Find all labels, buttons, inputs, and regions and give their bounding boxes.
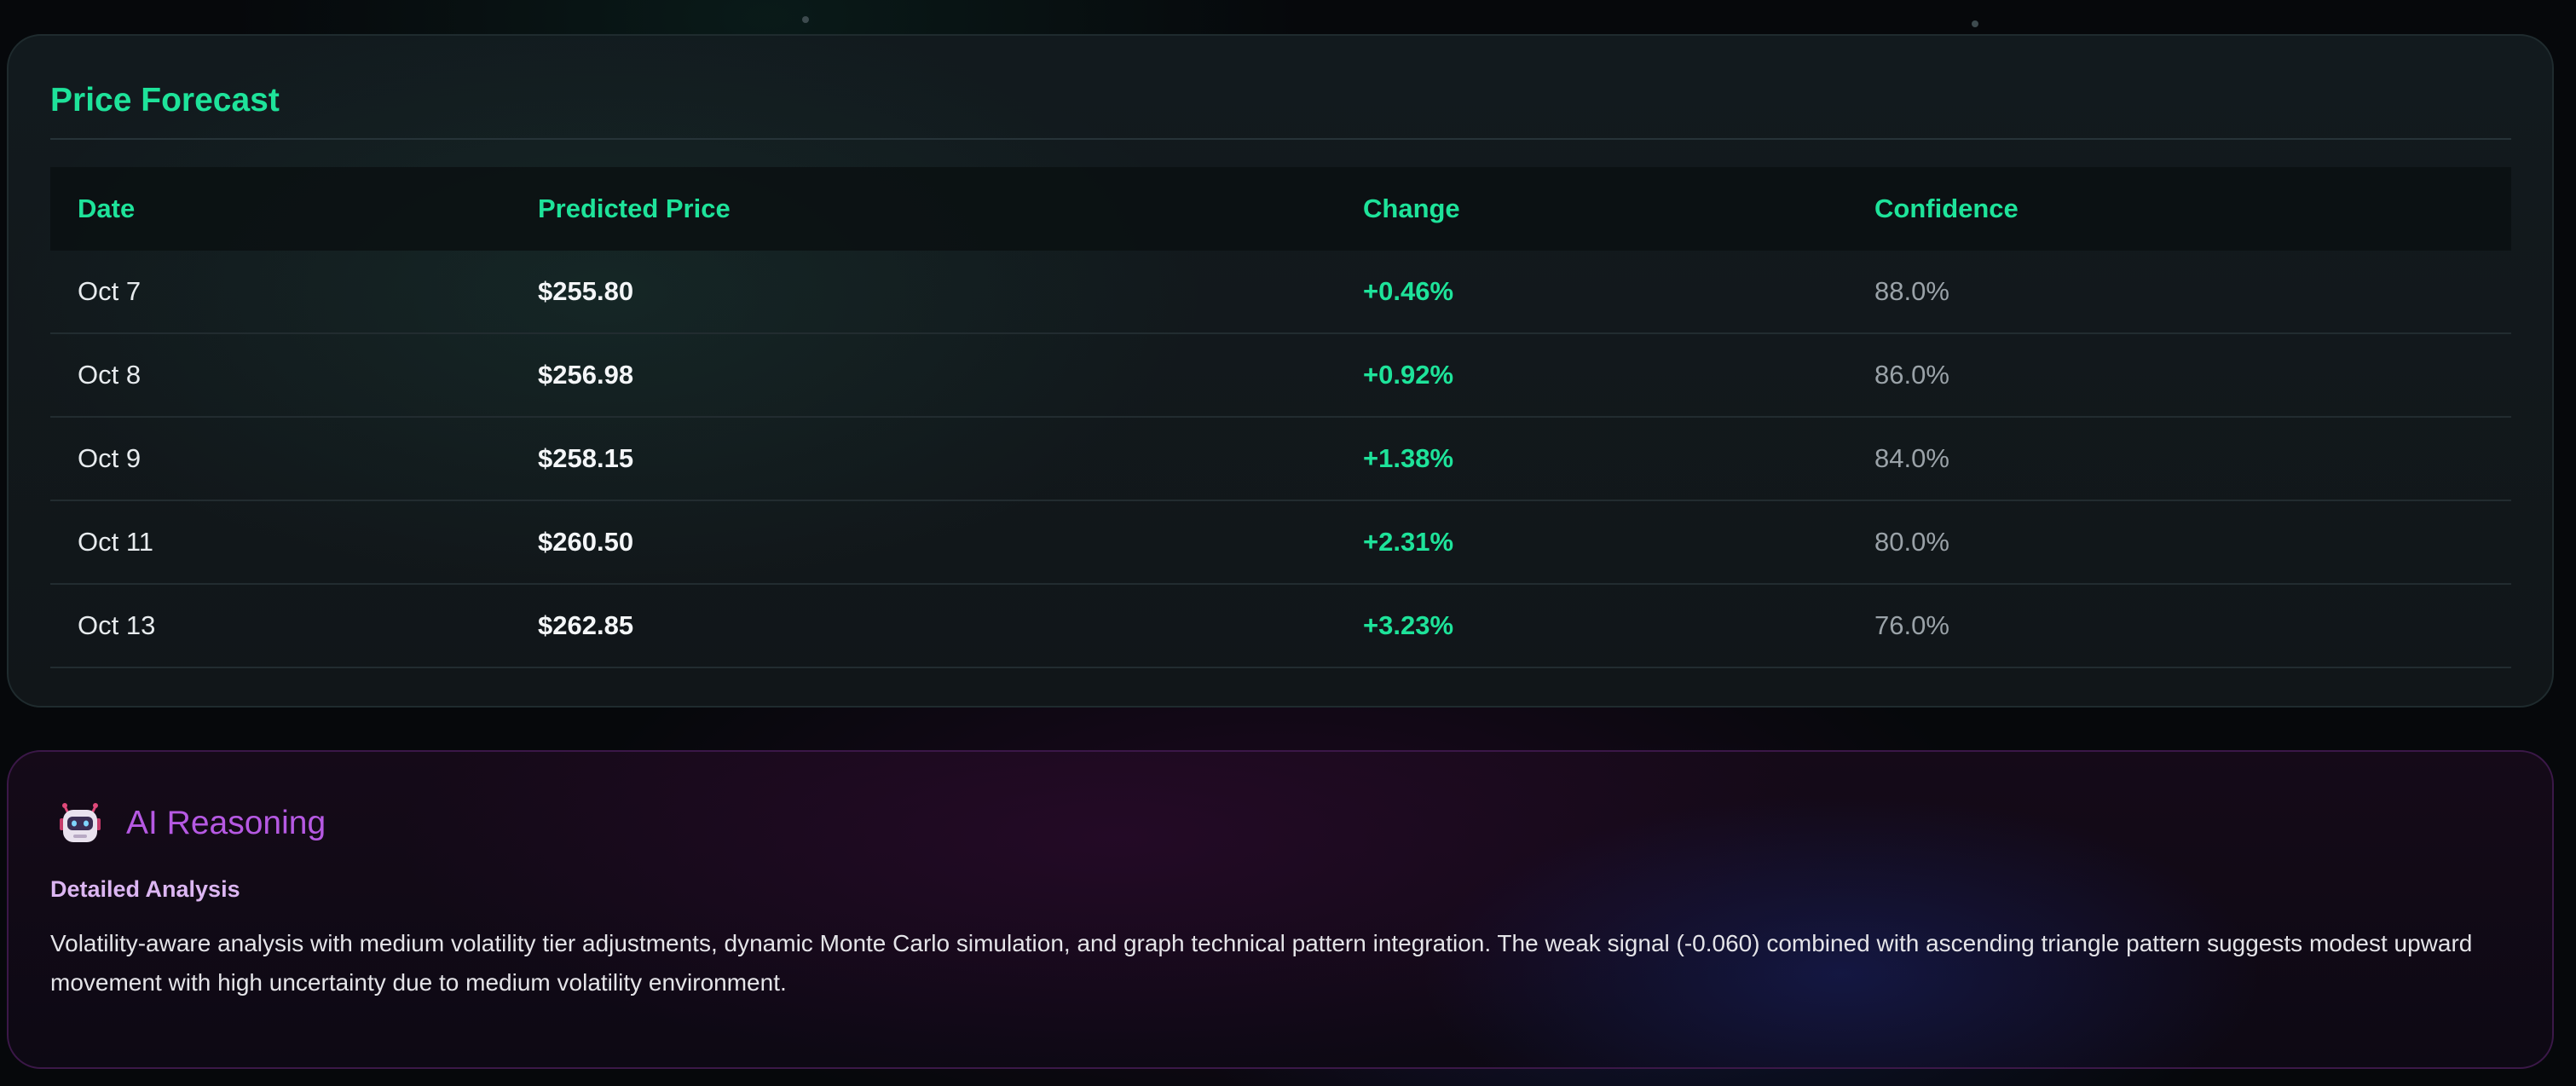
change-cell: +0.92% [1363,360,1454,390]
detailed-analysis-heading: Detailed Analysis [50,876,240,902]
column-header-confidence[interactable]: Confidence [1874,167,2019,251]
table-row: Oct 13 $262.85 +3.23% 76.0% [50,585,2511,668]
confidence-cell: 86.0% [1874,360,1949,390]
confidence-cell: 76.0% [1874,610,1949,640]
predicted-price-cell: $262.85 [538,610,634,640]
table-row: Oct 8 $256.98 +0.92% 86.0% [50,334,2511,418]
date-cell: Oct 13 [78,610,156,640]
price-forecast-card: Price Forecast Date Predicted Price Chan… [7,34,2554,708]
predicted-price-cell: $255.80 [538,276,634,306]
change-cell: +2.31% [1363,527,1454,557]
column-header-date[interactable]: Date [78,167,135,251]
predicted-price-cell: $260.50 [538,527,634,557]
table-row: Oct 7 $255.80 +0.46% 88.0% [50,251,2511,334]
page: Price Forecast Date Predicted Price Chan… [0,0,2576,1086]
column-header-change[interactable]: Change [1363,167,1460,251]
change-cell: +3.23% [1363,610,1454,640]
confidence-cell: 80.0% [1874,527,1949,557]
forecast-table: Date Predicted Price Change Confidence O… [50,167,2511,668]
table-row: Oct 11 $260.50 +2.31% 80.0% [50,501,2511,585]
column-header-predicted-price[interactable]: Predicted Price [538,167,731,251]
background-dot [802,16,809,23]
date-cell: Oct 11 [78,527,154,557]
robot-icon [56,800,104,847]
background-dot [1972,20,1978,27]
date-cell: Oct 9 [78,443,142,473]
date-cell: Oct 7 [78,276,142,306]
table-row: Oct 9 $258.15 +1.38% 84.0% [50,418,2511,501]
predicted-price-cell: $256.98 [538,360,634,390]
table-header: Date Predicted Price Change Confidence [50,167,2511,251]
change-cell: +0.46% [1363,276,1454,306]
detailed-analysis-text: Volatility-aware analysis with medium vo… [50,930,2473,996]
confidence-cell: 88.0% [1874,276,1949,306]
change-cell: +1.38% [1363,443,1454,473]
predicted-price-cell: $258.15 [538,443,634,473]
confidence-cell: 84.0% [1874,443,1949,473]
price-forecast-title: Price Forecast [50,82,280,118]
ai-reasoning-card: AI Reasoning Detailed Analysis Volatilit… [7,750,2554,1069]
title-divider [50,138,2511,140]
ai-reasoning-title: AI Reasoning [126,805,326,841]
date-cell: Oct 8 [78,360,142,390]
